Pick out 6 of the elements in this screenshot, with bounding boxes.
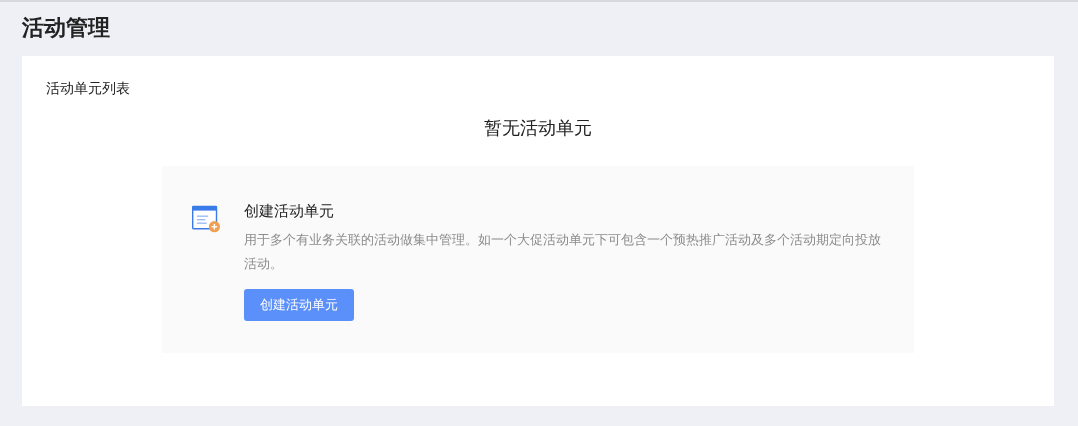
section-title: 活动单元列表 (46, 79, 131, 98)
create-button[interactable]: 创建活动单元 (244, 289, 354, 321)
page-title: 活动管理 (22, 14, 111, 42)
guide-heading: 创建活动单元 (244, 201, 334, 222)
empty-title: 暂无活动单元 (484, 116, 592, 140)
guide-description: 用于多个有业务关联的活动做集中管理。如一个大促活动单元下可包含一个预热推广活动及多个活动期定向投放活动。 (244, 231, 882, 273)
